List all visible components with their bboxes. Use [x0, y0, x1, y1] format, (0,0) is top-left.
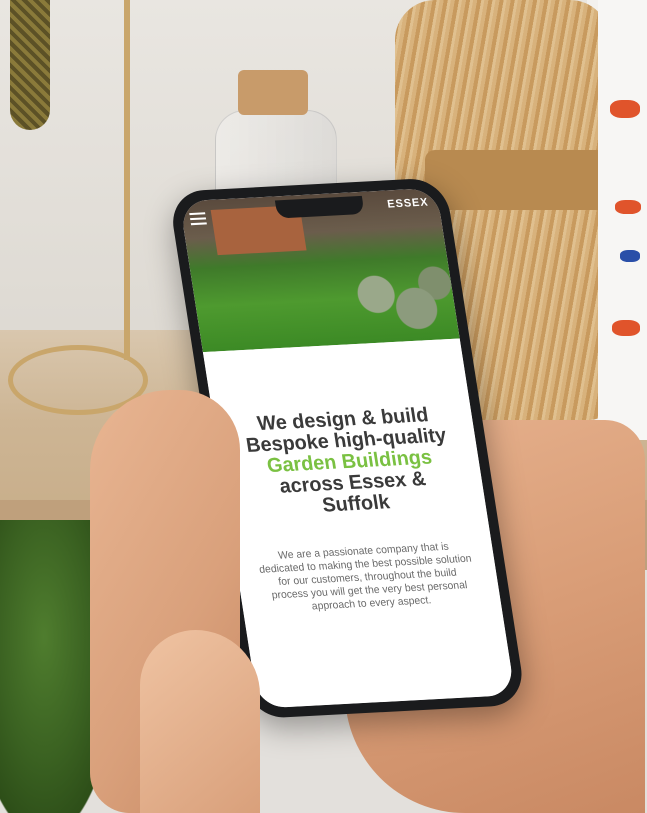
paint-stroke [615, 200, 641, 214]
straw-rope-band [425, 150, 610, 210]
painted-canvas [598, 0, 647, 440]
thumb [140, 630, 260, 813]
shrubs [338, 258, 460, 345]
description-text: We are a passionate company that is dedi… [258, 540, 473, 613]
paint-stroke [620, 250, 640, 262]
paint-stroke [610, 100, 640, 118]
photo-scene: ESSEX We design & build Bespoke high-qua… [0, 0, 647, 813]
decorative-stand [10, 0, 50, 130]
bottle-cork [238, 70, 308, 115]
brass-rod [124, 0, 130, 360]
site-logo[interactable]: ESSEX [386, 196, 429, 210]
paint-stroke [612, 320, 640, 336]
headline: We design & build Bespoke high-quality G… [233, 404, 467, 521]
hero-content: We design & build Bespoke high-quality G… [202, 338, 516, 709]
headline-part2: across Essex & Suffolk [277, 467, 428, 517]
hamburger-menu-icon[interactable] [189, 212, 207, 226]
